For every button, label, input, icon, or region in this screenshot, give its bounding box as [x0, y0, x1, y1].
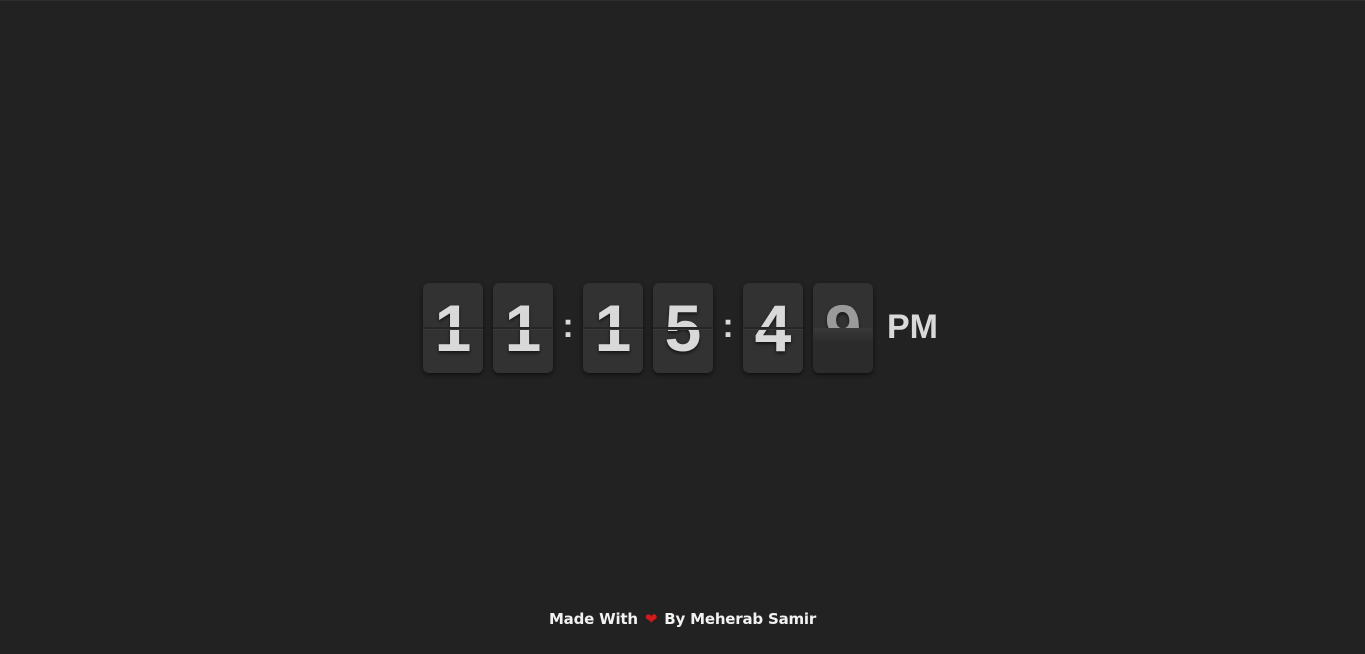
- flip-lower-half: [813, 342, 873, 373]
- colon-separator: :: [713, 283, 743, 373]
- card-seam: [493, 327, 553, 330]
- footer-author: By Meherab Samir: [664, 610, 817, 628]
- colon-glyph: :: [722, 307, 734, 345]
- card-seam: [743, 327, 803, 330]
- second-ones-card: 9: [813, 283, 873, 373]
- am-pm-indicator: PM: [887, 308, 938, 346]
- flip-clock: 1 1 : 1 5 : 4 9 PM: [423, 283, 938, 373]
- colon-glyph: :: [562, 307, 574, 345]
- page: 1 1 : 1 5 : 4 9 PM: [0, 0, 1365, 654]
- card-seam: [423, 327, 483, 330]
- second-tens-card: 4: [743, 283, 803, 373]
- heart-icon: ❤: [644, 610, 658, 628]
- top-divider: [0, 0, 1365, 1]
- minute-ones-card: 5: [653, 283, 713, 373]
- colon-separator: :: [553, 283, 583, 373]
- flip-flap: [813, 328, 873, 342]
- footer-made-with: Made With: [548, 610, 638, 628]
- card-seam: [583, 327, 643, 330]
- hour-ones-card: 1: [493, 283, 553, 373]
- minute-tens-card: 1: [583, 283, 643, 373]
- footer-credit: Made With ❤ By Meherab Samir: [0, 610, 1365, 628]
- card-seam: [653, 327, 713, 330]
- hour-tens-card: 1: [423, 283, 483, 373]
